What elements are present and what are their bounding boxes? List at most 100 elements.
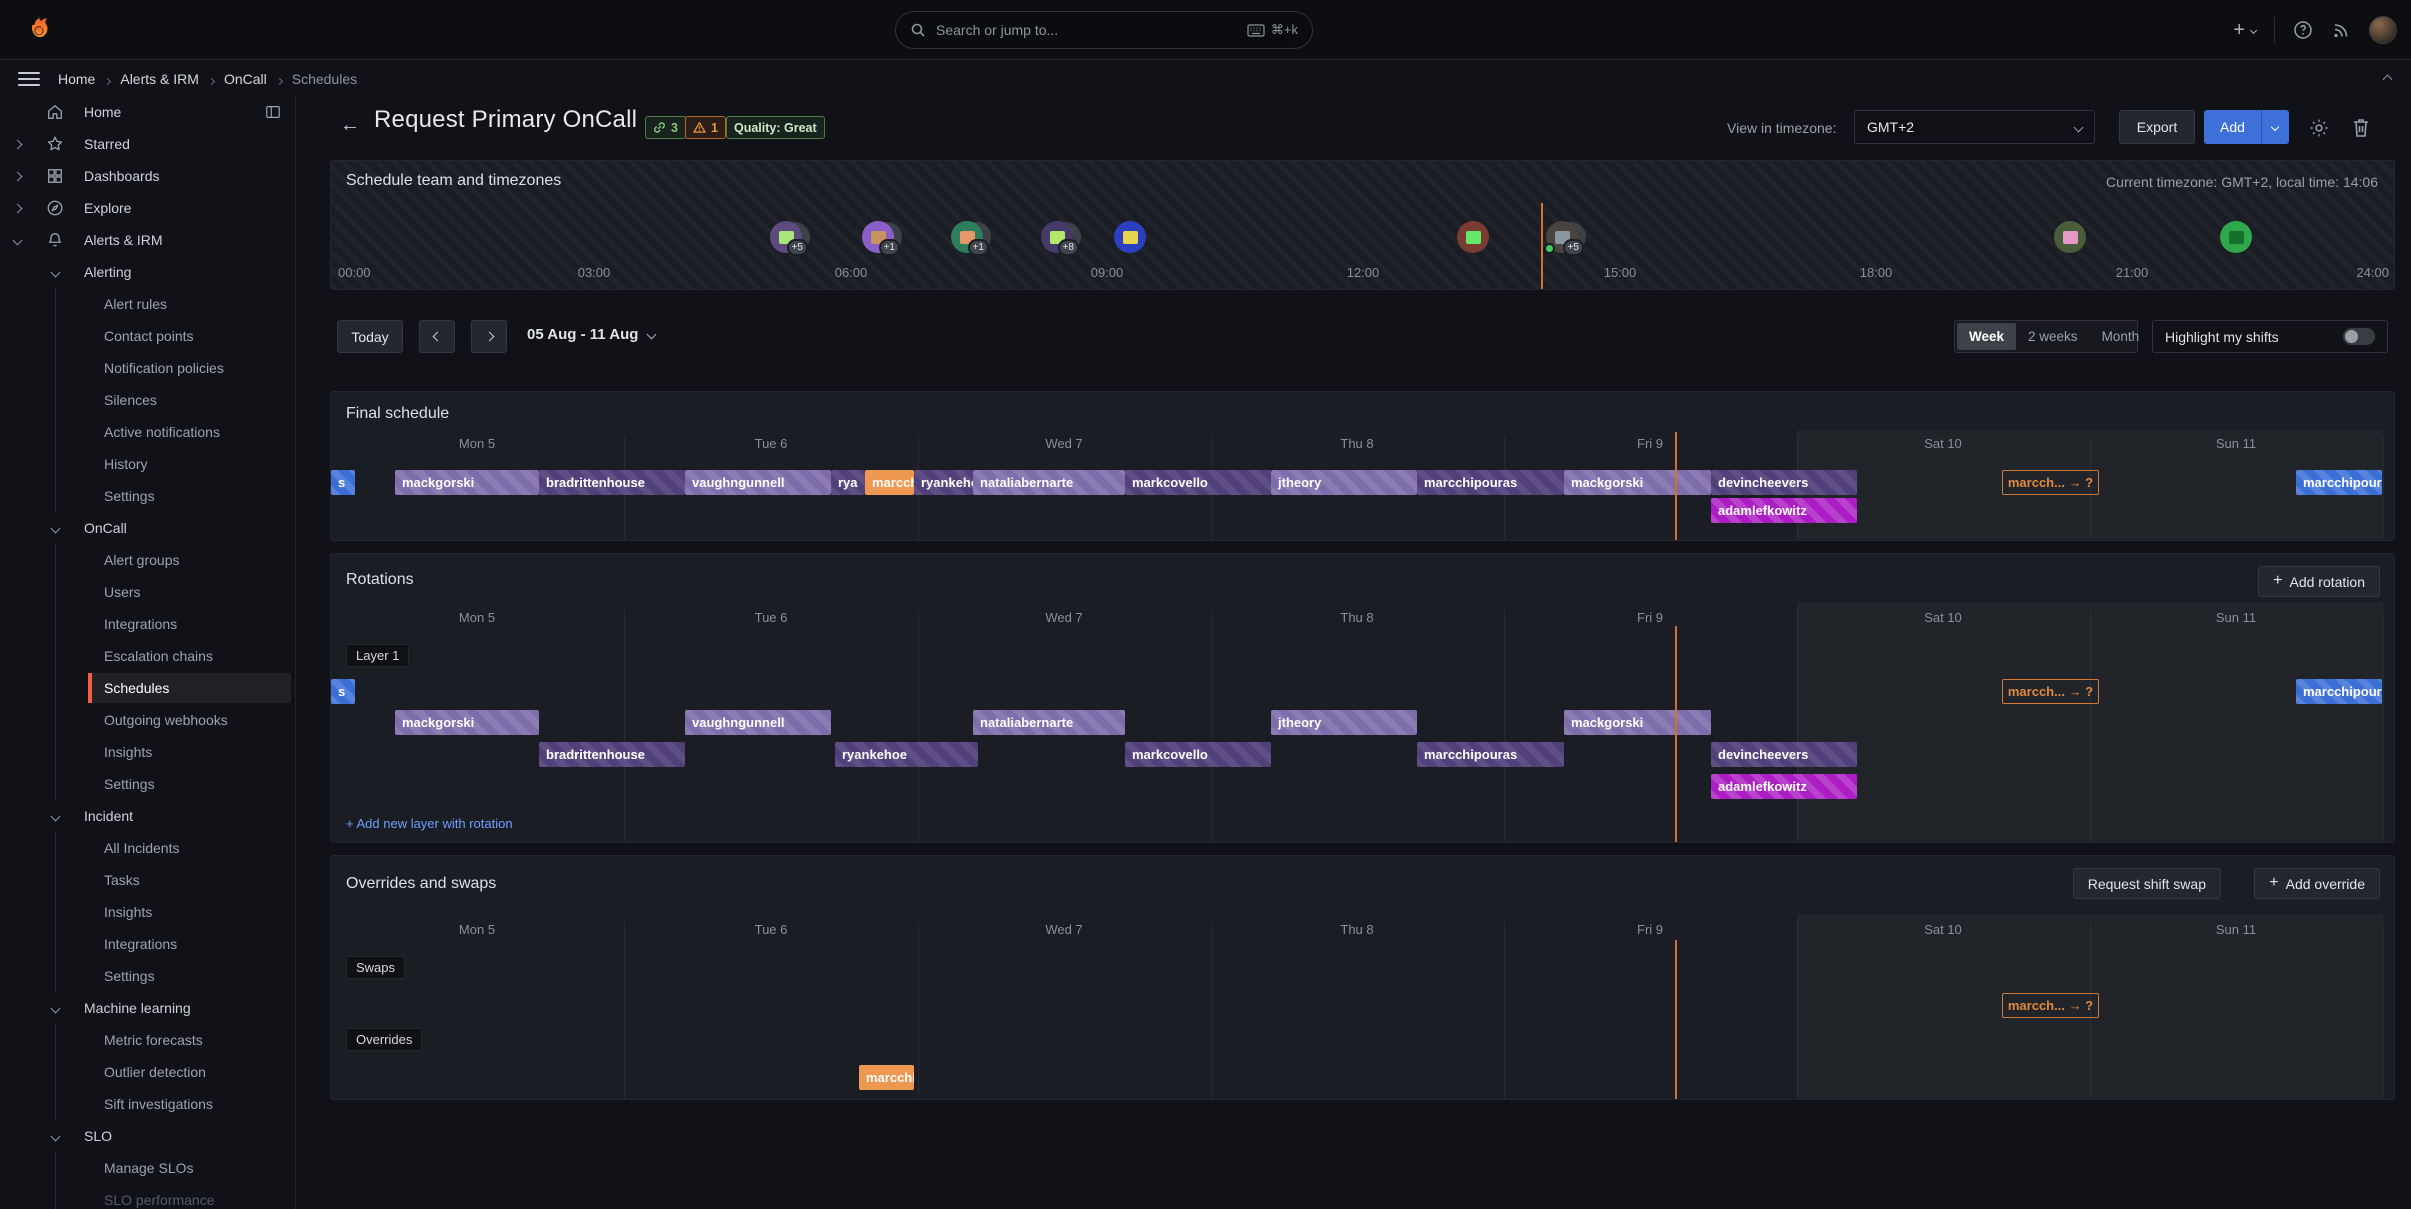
chevron-down-icon[interactable] [52, 1133, 64, 1140]
sidebar-item-notification-policies[interactable]: Notification policies [0, 352, 295, 384]
sidebar-item-slo-performance[interactable]: SLO performance [0, 1184, 295, 1209]
breadcrumb-item[interactable]: Home [58, 71, 95, 87]
shift-bar[interactable]: marcchipouras [1417, 742, 1564, 767]
export-button[interactable]: Export [2119, 110, 2195, 144]
shift-bar[interactable]: jtheory [1271, 470, 1417, 495]
sidebar-item-integrations[interactable]: Integrations [0, 928, 295, 960]
shift-bar[interactable]: adamlefkowitz [1711, 498, 1857, 523]
sidebar-item-active-notifications[interactable]: Active notifications [0, 416, 295, 448]
sidebar-item-outgoing-webhooks[interactable]: Outgoing webhooks [0, 704, 295, 736]
shift-swap-request[interactable]: marcch... → ? [2002, 470, 2099, 495]
sidebar-item-settings[interactable]: Settings [0, 960, 295, 992]
shift-swap-request[interactable]: marcch... → ? [2002, 993, 2099, 1018]
today-button[interactable]: Today [337, 320, 403, 353]
shift-swap-request[interactable]: marcch... → ? [2002, 679, 2099, 704]
oncall-user-avatar[interactable] [2054, 221, 2086, 253]
sidebar-item-alert-groups[interactable]: Alert groups [0, 544, 295, 576]
date-range-dropdown[interactable]: 05 Aug - 11 Aug [527, 326, 655, 343]
add-button[interactable]: Add [2204, 110, 2289, 144]
shift-bar[interactable]: ryankeho [914, 470, 973, 495]
prev-week-button[interactable] [419, 320, 455, 353]
sidebar-item-settings[interactable]: Settings [0, 768, 295, 800]
sidebar-item-dashboards[interactable]: Dashboards [0, 160, 295, 192]
oncall-user-avatar[interactable]: +1 [951, 221, 983, 253]
news-icon[interactable] [2331, 20, 2351, 40]
chevron-down-icon[interactable] [52, 525, 64, 532]
breadcrumb-item[interactable]: Alerts & IRM [120, 71, 199, 87]
sidebar-item-insights[interactable]: Insights [0, 736, 295, 768]
sidebar-item-alerts-irm[interactable]: Alerts & IRM [0, 224, 295, 256]
sidebar-item-settings[interactable]: Settings [0, 480, 295, 512]
oncall-user-avatar[interactable]: +5 [770, 221, 802, 253]
chevron-down-icon[interactable] [52, 269, 64, 276]
oncall-user-avatar[interactable] [1457, 221, 1489, 253]
sidebar-item-silences[interactable]: Silences [0, 384, 295, 416]
sidebar-item-integrations[interactable]: Integrations [0, 608, 295, 640]
shift-bar[interactable]: jtheory [1271, 710, 1417, 735]
shift-bar[interactable]: bradrittenhouse [539, 742, 685, 767]
sidebar-item-explore[interactable]: Explore [0, 192, 295, 224]
sidebar-item-escalation-chains[interactable]: Escalation chains [0, 640, 295, 672]
timezone-select[interactable]: GMT+2 [1854, 110, 2095, 144]
sidebar-item-metric-forecasts[interactable]: Metric forecasts [0, 1024, 295, 1056]
shift-bar[interactable]: s [331, 679, 355, 704]
sidebar-item-starred[interactable]: Starred [0, 128, 295, 160]
shift-bar[interactable]: markcovello [1125, 742, 1271, 767]
sidebar-item-machine-learning[interactable]: Machine learning [0, 992, 295, 1024]
view-option-week[interactable]: Week [1957, 323, 2016, 350]
panel-icon[interactable] [265, 104, 281, 120]
sidebar-item-contact-points[interactable]: Contact points [0, 320, 295, 352]
sidebar-item-schedules[interactable]: Schedules [0, 672, 295, 704]
oncall-user-avatar[interactable] [1114, 221, 1146, 253]
grafana-logo-icon[interactable] [22, 13, 56, 47]
highlight-toggle[interactable] [2343, 328, 2375, 345]
sidebar-item-history[interactable]: History [0, 448, 295, 480]
breadcrumb-item[interactable]: OnCall [224, 71, 267, 87]
shift-bar[interactable]: adamlefkowitz [1711, 774, 1857, 799]
sidebar-item-all-incidents[interactable]: All Incidents [0, 832, 295, 864]
view-option-2-weeks[interactable]: 2 weeks [2016, 323, 2090, 350]
view-option-month[interactable]: Month [2090, 323, 2152, 350]
oncall-user-avatar[interactable] [2220, 221, 2252, 253]
sidebar-item-slo[interactable]: SLO [0, 1120, 295, 1152]
chevron-down-icon[interactable] [52, 1005, 64, 1012]
add-layer-link[interactable]: + Add new layer with rotation [346, 816, 513, 831]
chevron-right-icon[interactable] [14, 173, 26, 180]
menu-toggle-icon[interactable] [18, 72, 40, 86]
sidebar-item-users[interactable]: Users [0, 576, 295, 608]
shift-bar[interactable]: marcchipoura [2296, 679, 2382, 704]
sidebar-item-alert-rules[interactable]: Alert rules [0, 288, 295, 320]
help-icon[interactable] [2293, 20, 2313, 40]
shift-bar[interactable]: nataliabernarte [973, 470, 1125, 495]
chevron-right-icon[interactable] [14, 205, 26, 212]
user-avatar[interactable] [2369, 16, 2397, 44]
shift-bar[interactable]: marcchipouras [1417, 470, 1564, 495]
delete-trash-icon[interactable] [2351, 117, 2373, 139]
add-menu-button[interactable]: + [2233, 19, 2256, 42]
sidebar-item-tasks[interactable]: Tasks [0, 864, 295, 896]
oncall-user-avatar[interactable]: +1 [862, 221, 894, 253]
shift-bar[interactable]: mackgorski [1564, 710, 1711, 735]
sidebar-item-incident[interactable]: Incident [0, 800, 295, 832]
sidebar-item-oncall[interactable]: OnCall [0, 512, 295, 544]
next-week-button[interactable] [471, 320, 507, 353]
sidebar-item-insights[interactable]: Insights [0, 896, 295, 928]
back-button[interactable]: ← [337, 112, 363, 138]
sidebar-item-home[interactable]: Home [0, 96, 295, 128]
shift-bar[interactable]: vaughngunnell [685, 710, 831, 735]
search-input[interactable]: Search or jump to... ⌘+k [895, 11, 1313, 49]
oncall-user-avatar[interactable]: +5 [1546, 221, 1578, 253]
sidebar-item-outlier-detection[interactable]: Outlier detection [0, 1056, 295, 1088]
chevron-right-icon[interactable] [14, 141, 26, 148]
shift-bar[interactable]: mackgorski [395, 470, 539, 495]
shift-bar[interactable]: devincheevers [1711, 470, 1857, 495]
sidebar-item-alerting[interactable]: Alerting [0, 256, 295, 288]
shift-bar[interactable]: rya [831, 470, 865, 495]
shift-bar[interactable]: mackgorski [395, 710, 539, 735]
shift-bar[interactable]: marcchip [865, 470, 914, 495]
shift-bar[interactable]: bradrittenhouse [539, 470, 685, 495]
chevron-down-icon[interactable] [14, 237, 26, 244]
oncall-user-avatar[interactable]: +8 [1041, 221, 1073, 253]
settings-gear-icon[interactable] [2308, 117, 2330, 139]
chevron-up-icon[interactable] [2384, 70, 2391, 88]
